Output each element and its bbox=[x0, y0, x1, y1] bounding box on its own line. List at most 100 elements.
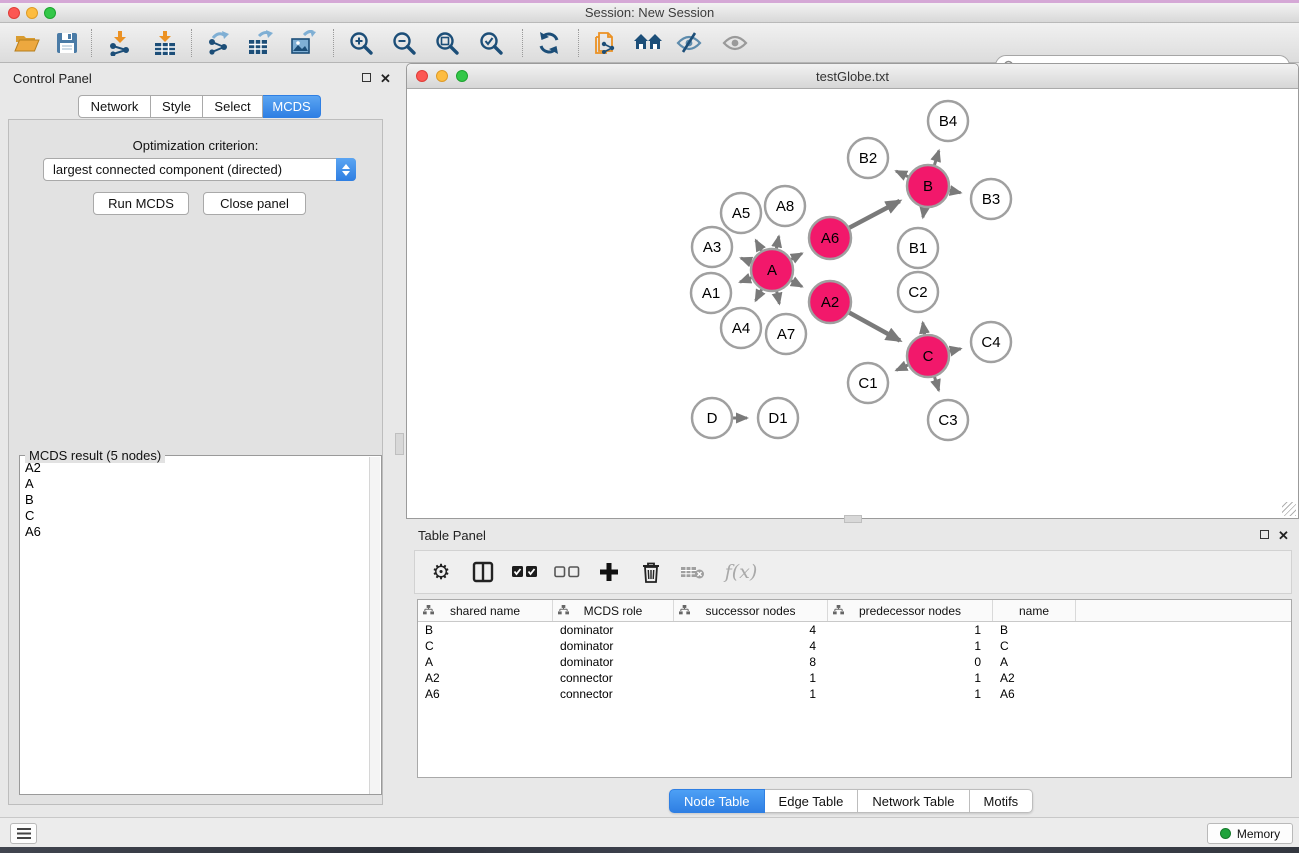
graph-edge[interactable] bbox=[776, 236, 778, 248]
table-cell[interactable]: A bbox=[418, 655, 553, 669]
graph-edge[interactable] bbox=[756, 289, 762, 300]
refresh-view-icon[interactable] bbox=[534, 29, 564, 57]
open-session-icon[interactable] bbox=[12, 29, 42, 57]
graph-edge[interactable] bbox=[791, 253, 802, 259]
zoom-selected-icon[interactable] bbox=[476, 29, 506, 57]
memory-button[interactable]: Memory bbox=[1207, 823, 1293, 844]
table-cell[interactable]: 1 bbox=[674, 687, 828, 701]
table-cell[interactable]: A6 bbox=[993, 687, 1076, 701]
table-cell[interactable]: 1 bbox=[828, 623, 993, 637]
toggle-panel-layout-icon[interactable] bbox=[469, 558, 497, 586]
select-all-columns-icon[interactable] bbox=[511, 558, 539, 586]
graph-edge[interactable] bbox=[740, 278, 751, 282]
table-cell[interactable]: 1 bbox=[828, 639, 993, 653]
graph-edge[interactable] bbox=[741, 258, 752, 262]
graph-edge[interactable] bbox=[896, 171, 908, 177]
mcds-result-list[interactable]: A2ABCA6 bbox=[21, 458, 370, 793]
float-panel-icon[interactable] bbox=[362, 73, 371, 82]
hide-selected-icon[interactable] bbox=[674, 29, 704, 57]
table-cell[interactable]: dominator bbox=[553, 623, 674, 637]
column-header-mcds-role[interactable]: MCDS role bbox=[553, 600, 674, 621]
tab-style[interactable]: Style bbox=[151, 95, 203, 118]
export-table-icon[interactable] bbox=[245, 29, 275, 57]
graph-edge[interactable] bbox=[777, 291, 780, 303]
network-minimize-button[interactable] bbox=[436, 70, 448, 82]
column-header-shared-name[interactable]: shared name bbox=[418, 600, 553, 621]
mcds-result-item[interactable]: A6 bbox=[25, 524, 370, 540]
table-cell[interactable]: 4 bbox=[674, 639, 828, 653]
graph-edge[interactable] bbox=[791, 281, 802, 287]
zoom-fit-icon[interactable] bbox=[432, 29, 462, 57]
mcds-result-item[interactable]: A bbox=[25, 476, 370, 492]
tab-network-table[interactable]: Network Table bbox=[858, 789, 969, 813]
table-cell[interactable]: C bbox=[418, 639, 553, 653]
table-cell[interactable]: A2 bbox=[993, 671, 1076, 685]
zoom-out-icon[interactable] bbox=[389, 29, 419, 57]
graph-edge[interactable] bbox=[935, 377, 939, 390]
table-cell[interactable]: 1 bbox=[674, 671, 828, 685]
network-graph-canvas[interactable]: B4B2BB3A8A5A6A3B1AA1C2A2A4A7C4CC1DD1C3 bbox=[407, 89, 1298, 518]
tab-node-table[interactable]: Node Table bbox=[669, 789, 765, 813]
column-header-predecessor-nodes[interactable]: predecessor nodes bbox=[828, 600, 993, 621]
graph-edge[interactable] bbox=[849, 201, 899, 228]
table-cell[interactable]: 1 bbox=[828, 687, 993, 701]
table-cell[interactable]: connector bbox=[553, 687, 674, 701]
table-cell[interactable]: B bbox=[418, 623, 553, 637]
table-row[interactable]: A2connector11A2 bbox=[418, 670, 1291, 686]
close-panel-icon[interactable]: ✕ bbox=[380, 73, 391, 85]
close-window-button[interactable] bbox=[8, 7, 20, 19]
optimization-criterion-select[interactable]: largest connected component (directed) bbox=[43, 158, 356, 181]
mcds-result-scrollbar[interactable] bbox=[369, 457, 380, 794]
network-close-button[interactable] bbox=[416, 70, 428, 82]
mcds-result-item[interactable]: C bbox=[25, 508, 370, 524]
graph-edge[interactable] bbox=[756, 240, 762, 250]
delete-rows-icon[interactable] bbox=[637, 558, 665, 586]
column-header-successor-nodes[interactable]: successor nodes bbox=[674, 600, 828, 621]
table-cell[interactable]: 0 bbox=[828, 655, 993, 669]
graph-edge[interactable] bbox=[934, 151, 938, 165]
window-titlebar[interactable]: Session: New Session bbox=[0, 3, 1299, 23]
close-table-panel-icon[interactable]: ✕ bbox=[1278, 530, 1289, 542]
import-table-icon[interactable] bbox=[150, 29, 180, 57]
table-cell[interactable]: A bbox=[993, 655, 1076, 669]
tab-edge-table[interactable]: Edge Table bbox=[765, 789, 859, 813]
table-cell[interactable]: dominator bbox=[553, 655, 674, 669]
new-network-from-selection-icon[interactable] bbox=[592, 29, 622, 57]
table-row[interactable]: A6connector11A6 bbox=[418, 686, 1291, 702]
table-settings-icon[interactable]: ⚙ bbox=[427, 558, 455, 586]
maximize-window-button[interactable] bbox=[44, 7, 56, 19]
network-maximize-button[interactable] bbox=[456, 70, 468, 82]
deselect-all-columns-icon[interactable] bbox=[553, 558, 581, 586]
float-table-panel-icon[interactable] bbox=[1260, 530, 1269, 539]
table-row[interactable]: Cdominator41C bbox=[418, 638, 1291, 654]
column-header-name[interactable]: name bbox=[993, 600, 1076, 621]
mcds-result-item[interactable]: A2 bbox=[25, 460, 370, 476]
table-cell[interactable]: dominator bbox=[553, 639, 674, 653]
table-cell[interactable]: A6 bbox=[418, 687, 553, 701]
table-body[interactable]: Bdominator41BCdominator41CAdominator80AA… bbox=[418, 622, 1291, 702]
save-session-icon[interactable] bbox=[52, 29, 82, 57]
node-table[interactable]: shared name MCDS role successor nodes pr… bbox=[417, 599, 1292, 778]
horizontal-divider-handle[interactable] bbox=[844, 515, 862, 523]
create-column-icon[interactable] bbox=[595, 558, 623, 586]
table-row[interactable]: Adominator80A bbox=[418, 654, 1291, 670]
network-window-titlebar[interactable]: testGlobe.txt bbox=[407, 64, 1298, 89]
tab-motifs[interactable]: Motifs bbox=[970, 789, 1034, 813]
mcds-result-item[interactable]: B bbox=[25, 492, 370, 508]
table-row[interactable]: Bdominator41B bbox=[418, 622, 1291, 638]
export-image-icon[interactable] bbox=[288, 29, 318, 57]
zoom-in-icon[interactable] bbox=[346, 29, 376, 57]
table-cell[interactable]: 8 bbox=[674, 655, 828, 669]
table-cell[interactable]: connector bbox=[553, 671, 674, 685]
graph-edge[interactable] bbox=[849, 313, 900, 341]
graph-edge[interactable] bbox=[923, 323, 925, 335]
graph-edge[interactable] bbox=[923, 208, 925, 218]
minimize-window-button[interactable] bbox=[26, 7, 38, 19]
export-network-icon[interactable] bbox=[203, 29, 233, 57]
tab-select[interactable]: Select bbox=[203, 95, 263, 118]
tab-mcds[interactable]: MCDS bbox=[263, 95, 321, 118]
tab-network[interactable]: Network bbox=[78, 95, 151, 118]
table-cell[interactable]: C bbox=[993, 639, 1076, 653]
graph-edge[interactable] bbox=[949, 349, 960, 352]
close-panel-button[interactable]: Close panel bbox=[203, 192, 306, 215]
